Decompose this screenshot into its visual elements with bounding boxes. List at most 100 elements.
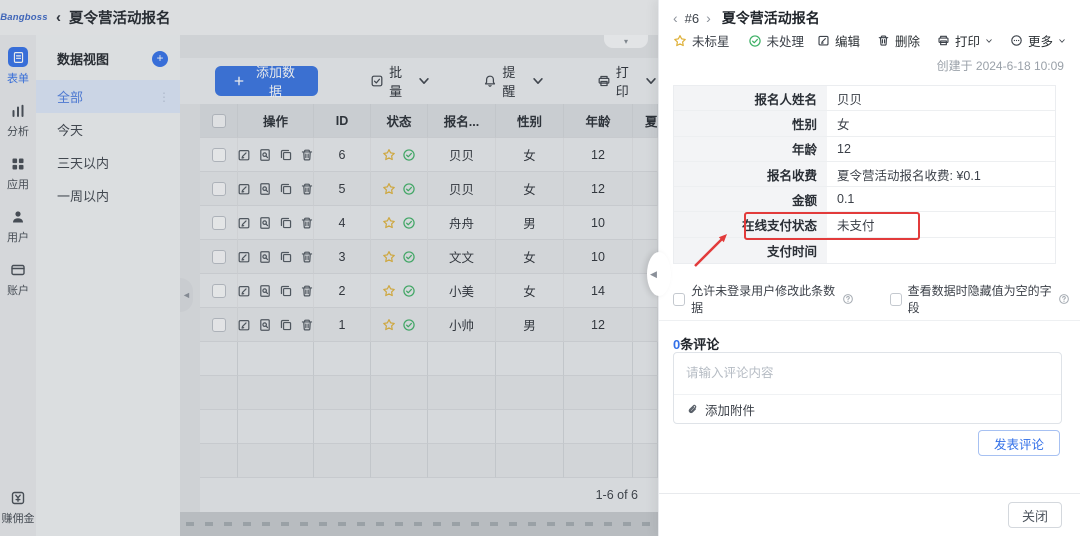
add-attachment-button[interactable]: 添加附件	[674, 394, 1061, 423]
dataview-item-label: 三天以内	[57, 153, 109, 172]
check-circle-icon[interactable]	[402, 216, 416, 230]
batch-button[interactable]: 批量	[370, 62, 431, 100]
table-row[interactable]: 5 贝贝 女 12	[200, 172, 658, 206]
option-checkbox-item[interactable]: 查看数据时隐藏值为空的字段	[890, 282, 1071, 316]
comments-title: 0条评论	[673, 334, 719, 353]
star-icon[interactable]	[382, 250, 396, 264]
edit-icon[interactable]	[238, 284, 251, 298]
preview-icon[interactable]	[258, 318, 272, 332]
dataview-items: 全部 ⋮ 今天 三天以内 一周以内	[36, 80, 180, 212]
copy-icon[interactable]	[279, 318, 293, 332]
record-number: #6	[685, 11, 699, 26]
process-toggle[interactable]: 未处理	[748, 31, 805, 50]
table-row[interactable]: 6 贝贝 女 12	[200, 138, 658, 172]
edit-icon[interactable]	[238, 182, 251, 196]
field-row: 在线支付状态 未支付	[674, 212, 1055, 237]
print-button[interactable]: 打印	[597, 62, 658, 100]
check-circle-icon[interactable]	[402, 182, 416, 196]
table-row[interactable]: 3 文文 女 10	[200, 240, 658, 274]
nav-rail-item-应用[interactable]: 应用	[7, 155, 29, 192]
preview-icon[interactable]	[258, 284, 272, 298]
copy-icon[interactable]	[279, 250, 293, 264]
edit-icon[interactable]	[238, 216, 251, 230]
star-icon[interactable]	[382, 216, 396, 230]
row-checkbox[interactable]	[212, 318, 226, 332]
trash-icon[interactable]	[300, 284, 314, 298]
close-button[interactable]: 关闭	[1008, 502, 1062, 528]
star-icon[interactable]	[382, 182, 396, 196]
check-circle-icon[interactable]	[402, 318, 416, 332]
add-view-button[interactable]: +	[152, 51, 168, 67]
trash-icon[interactable]	[300, 318, 314, 332]
check-circle-icon[interactable]	[402, 284, 416, 298]
check-circle-icon[interactable]	[402, 250, 416, 264]
star-icon[interactable]	[382, 284, 396, 298]
panel-collapse-handle[interactable]: ◀	[647, 252, 671, 296]
dataview-item[interactable]: 一周以内	[36, 179, 180, 212]
dataview-item[interactable]: 三天以内	[36, 146, 180, 179]
row-checkbox[interactable]	[212, 250, 226, 264]
back-icon[interactable]: ‹	[56, 9, 61, 26]
cell-status	[382, 182, 416, 196]
plus-icon	[233, 75, 245, 87]
copy-icon[interactable]	[279, 148, 293, 162]
option-checkbox-item[interactable]: 允许未登录用户修改此条数据	[673, 282, 854, 316]
delete-button[interactable]: 删除	[877, 31, 920, 50]
more-button[interactable]: 更多	[1010, 31, 1066, 50]
edit-icon[interactable]	[238, 250, 251, 264]
trash-icon[interactable]	[300, 216, 314, 230]
field-value: 女	[827, 111, 1055, 135]
edit-icon[interactable]	[238, 318, 251, 332]
nav-rail-item-commission[interactable]: 赚佣金	[2, 489, 35, 526]
print-record-button[interactable]: 打印	[937, 31, 993, 50]
nav-rail-item-分析[interactable]: 分析	[7, 102, 29, 139]
copy-icon[interactable]	[279, 216, 293, 230]
more-dots-icon[interactable]: ⋮	[158, 90, 170, 104]
trash-icon	[877, 34, 890, 47]
option-checkbox[interactable]	[673, 293, 685, 306]
dataview-item[interactable]: 全部 ⋮	[36, 80, 180, 113]
cell-id: 1	[314, 308, 371, 342]
next-record-icon[interactable]: ›	[706, 10, 711, 26]
preview-icon[interactable]	[258, 148, 272, 162]
trash-icon[interactable]	[300, 148, 314, 162]
edit-icon[interactable]	[238, 148, 251, 162]
collapse-pill-button[interactable]: ▾	[604, 35, 648, 48]
row-checkbox[interactable]	[212, 284, 226, 298]
preview-icon[interactable]	[258, 182, 272, 196]
select-all-checkbox[interactable]	[212, 114, 226, 128]
field-label: 金额	[674, 187, 827, 211]
row-checkbox[interactable]	[212, 148, 226, 162]
add-data-button[interactable]: 添加数据	[215, 66, 318, 96]
cell-name: 小帅	[428, 308, 496, 342]
submit-comment-button[interactable]: 发表评论	[978, 430, 1060, 456]
preview-icon[interactable]	[258, 250, 272, 264]
trash-icon[interactable]	[300, 182, 314, 196]
nav-rail-item-用户[interactable]: 用户	[7, 208, 29, 245]
nav-rail-item-账户[interactable]: 账户	[7, 261, 29, 298]
comment-input[interactable]: 请输入评论内容	[674, 353, 1061, 390]
trash-icon[interactable]	[300, 250, 314, 264]
star-toggle[interactable]: 未标星	[673, 31, 730, 50]
row-checkbox[interactable]	[212, 182, 226, 196]
star-icon[interactable]	[382, 148, 396, 162]
table-row[interactable]: 4 舟舟 男 10	[200, 206, 658, 240]
column-header: 状态	[371, 104, 428, 138]
row-checkbox[interactable]	[212, 216, 226, 230]
nav-rail-item-表单[interactable]: 表单	[7, 47, 29, 86]
option-checkbox[interactable]	[890, 293, 902, 306]
table-row[interactable]: 2 小美 女 14	[200, 274, 658, 308]
edit-button[interactable]: 编辑	[817, 31, 860, 50]
prev-record-icon[interactable]: ‹	[673, 10, 678, 26]
remind-button[interactable]: 提醒	[483, 62, 544, 100]
star-icon[interactable]	[382, 318, 396, 332]
copy-icon[interactable]	[279, 182, 293, 196]
horizontal-scrollbar[interactable]	[180, 512, 658, 536]
dataview-item[interactable]: 今天	[36, 113, 180, 146]
copy-icon[interactable]	[279, 284, 293, 298]
check-circle-icon[interactable]	[402, 148, 416, 162]
table-row[interactable]: 1 小帅 男 12	[200, 308, 658, 342]
cell-extra	[633, 206, 658, 240]
record-nav: ‹ #6 › 夏令营活动报名	[673, 8, 820, 28]
preview-icon[interactable]	[258, 216, 272, 230]
